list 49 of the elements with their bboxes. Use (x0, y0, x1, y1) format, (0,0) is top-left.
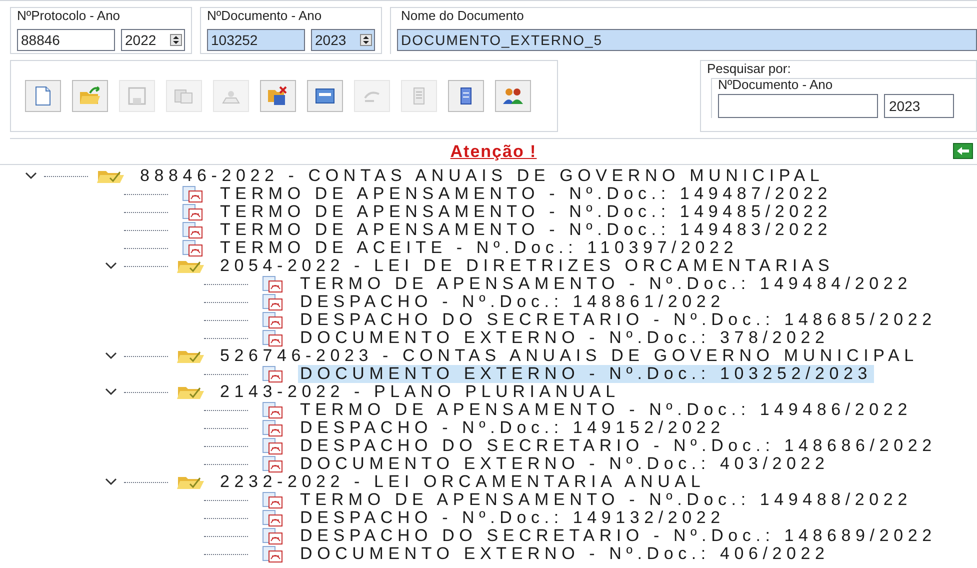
folder-item[interactable]: 2054-2022 - LEI DE DIRETRIZES ORCAMENTARIAS (218, 257, 836, 275)
document-item[interactable]: DOCUMENTO EXTERNO - Nº.Doc.: 406/2022 (298, 545, 832, 563)
document-item[interactable]: DESPACHO - Nº.Doc.: 149152/2022 (298, 419, 727, 437)
document-item[interactable]: DOCUMENTO EXTERNO - Nº.Doc.: 103252/2023 (298, 365, 874, 383)
number-field[interactable]: 88846 (17, 29, 115, 51)
search-label: Pesquisar por: (707, 62, 792, 76)
document-item[interactable]: TERMO DE APENSAMENTO - Nº.Doc.: 149484/2022 (298, 275, 914, 293)
document-item[interactable]: TERMO DE APENSAMENTO - Nº.Doc.: 149483/2022 (218, 221, 834, 239)
back-button[interactable] (953, 143, 973, 159)
document-item[interactable]: DOCUMENTO EXTERNO - Nº.Doc.: 403/2022 (298, 455, 832, 473)
document-item[interactable]: TERMO DE ACEITE - Nº.Doc.: 110397/2022 (218, 239, 740, 257)
folder-item[interactable]: 2143-2022 - PLANO PLURIANUAL (218, 383, 622, 401)
collapse-icon[interactable] (105, 262, 117, 270)
group-label: NºDocumento - Ano (718, 78, 834, 92)
spinner-icon[interactable] (170, 34, 182, 46)
attention-link[interactable]: Atenção ! (450, 138, 537, 164)
arrow-left-icon (956, 146, 970, 156)
document-item[interactable]: DESPACHO DO SECRETARIO - Nº.Doc.: 148686/2022 (298, 437, 938, 455)
year-spinner[interactable]: 2023 (311, 29, 375, 51)
document-item[interactable]: DESPACHO - Nº.Doc.: 149132/2022 (298, 509, 727, 527)
collapse-icon[interactable] (105, 388, 117, 396)
document-item[interactable]: DOCUMENTO EXTERNO - Nº.Doc.: 378/2022 (298, 329, 832, 347)
collapse-icon[interactable] (25, 172, 37, 180)
toolbar-button[interactable] (260, 80, 296, 112)
group-label: Nome do Documento (401, 9, 525, 23)
collapse-icon[interactable] (105, 352, 117, 360)
spinner-icon[interactable] (360, 34, 372, 46)
document-item[interactable]: TERMO DE APENSAMENTO - Nº.Doc.: 149486/2022 (298, 401, 914, 419)
search-number-field[interactable] (718, 94, 878, 118)
folder-item[interactable]: 526746-2023 - CONTAS ANUAIS DE GOVERNO MUNICIPAL (218, 347, 920, 365)
toolbar-button[interactable] (448, 80, 484, 112)
document-item[interactable]: DESPACHO DO SECRETARIO - Nº.Doc.: 148689/2022 (298, 527, 938, 545)
collapse-icon[interactable] (105, 478, 117, 486)
document-item[interactable]: TERMO DE APENSAMENTO - Nº.Doc.: 149487/2022 (218, 185, 834, 203)
toolbar-button[interactable] (307, 80, 343, 112)
search-year-field[interactable]: 2023 (884, 94, 954, 118)
toolbar-button[interactable] (495, 80, 531, 112)
document-item[interactable]: DESPACHO DO SECRETARIO - Nº.Doc.: 148685/2022 (298, 311, 938, 329)
group-label: NºDocumento - Ano (207, 9, 323, 23)
document-item[interactable]: TERMO DE APENSAMENTO - Nº.Doc.: 149488/2022 (298, 491, 914, 509)
document-item[interactable]: DESPACHO - Nº.Doc.: 148861/2022 (298, 293, 727, 311)
number-field[interactable]: 103252 (207, 29, 305, 51)
group-label: NºProtocolo - Ano (17, 9, 122, 23)
document-item[interactable]: TERMO DE APENSAMENTO - Nº.Doc.: 149485/2022 (218, 203, 834, 221)
toolbar-button[interactable] (25, 80, 61, 112)
folder-item[interactable]: 88846-2022 - CONTAS ANUAIS DE GOVERNO MUNICIPAL (138, 167, 826, 185)
document-name-field[interactable]: DOCUMENTO_EXTERNO_5 (397, 29, 977, 51)
folder-item[interactable]: 2232-2022 - LEI ORCAMENTARIA ANUAL (218, 473, 708, 491)
year-spinner[interactable]: 2022 (121, 29, 185, 51)
